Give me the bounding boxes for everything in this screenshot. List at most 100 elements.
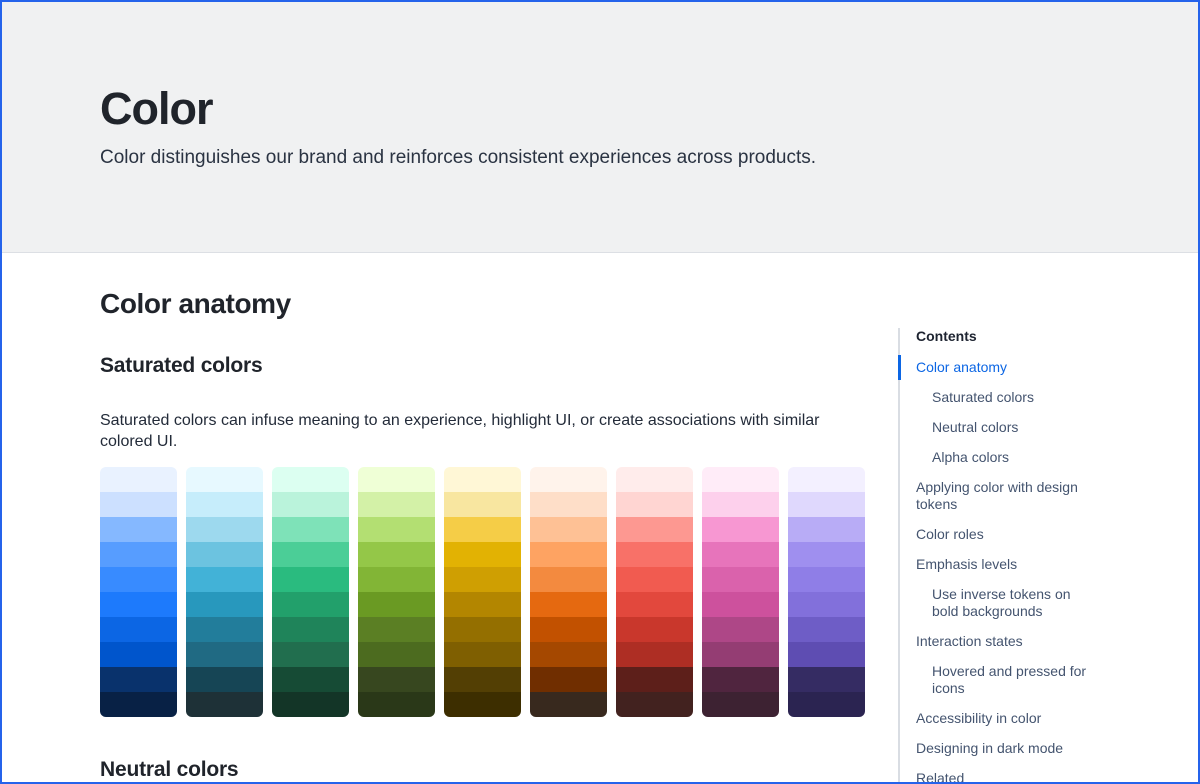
toc-list: Color anatomy Saturated colors Neutral col… [916, 359, 1094, 784]
blue-swatch-800 [100, 642, 177, 667]
yellow-swatch-200 [444, 492, 521, 517]
palette-column-blue [100, 467, 177, 717]
saturated-palette-grid [100, 467, 865, 717]
toc-link-accessibility-in-color[interactable]: Accessibility in color [916, 710, 1094, 727]
magenta-swatch-700 [702, 617, 779, 642]
blue-swatch-200 [100, 492, 177, 517]
yellow-swatch-1000 [444, 692, 521, 717]
toc-link-color-roles[interactable]: Color roles [916, 526, 1094, 543]
magenta-swatch-600 [702, 592, 779, 617]
teal-swatch-600 [186, 592, 263, 617]
green-swatch-100 [272, 467, 349, 492]
toc-link-designing-in-dark-mode[interactable]: Designing in dark mode [916, 740, 1094, 757]
red-swatch-100 [616, 467, 693, 492]
green-swatch-900 [272, 667, 349, 692]
blue-swatch-1000 [100, 692, 177, 717]
toc-link-emphasis-levels[interactable]: Emphasis levels [916, 556, 1094, 573]
red-swatch-600 [616, 592, 693, 617]
purple-swatch-1000 [788, 692, 865, 717]
green-swatch-300 [272, 517, 349, 542]
toc-link-color-anatomy[interactable]: Color anatomy [916, 359, 1094, 376]
lime-swatch-100 [358, 467, 435, 492]
red-swatch-900 [616, 667, 693, 692]
toc-heading: Contents [916, 328, 1094, 344]
red-swatch-500 [616, 567, 693, 592]
purple-swatch-900 [788, 667, 865, 692]
toc-link-applying-color-with-design-tokens[interactable]: Applying color with design tokens [916, 479, 1094, 513]
purple-swatch-600 [788, 592, 865, 617]
magenta-swatch-100 [702, 467, 779, 492]
palette-column-green [272, 467, 349, 717]
teal-swatch-700 [186, 617, 263, 642]
toc-link-related[interactable]: Related [916, 770, 1094, 784]
blue-swatch-600 [100, 592, 177, 617]
page-title: Color [100, 84, 1198, 134]
orange-swatch-400 [530, 542, 607, 567]
orange-swatch-300 [530, 517, 607, 542]
blue-swatch-700 [100, 617, 177, 642]
subsection-heading-saturated-colors: Saturated colors [100, 354, 882, 378]
teal-swatch-500 [186, 567, 263, 592]
purple-swatch-800 [788, 642, 865, 667]
lime-swatch-1000 [358, 692, 435, 717]
orange-swatch-100 [530, 467, 607, 492]
page: Color Color distinguishes our brand and … [0, 0, 1200, 784]
teal-swatch-200 [186, 492, 263, 517]
purple-swatch-300 [788, 517, 865, 542]
teal-swatch-1000 [186, 692, 263, 717]
teal-swatch-800 [186, 642, 263, 667]
green-swatch-800 [272, 642, 349, 667]
yellow-swatch-400 [444, 542, 521, 567]
purple-swatch-200 [788, 492, 865, 517]
green-swatch-600 [272, 592, 349, 617]
orange-swatch-200 [530, 492, 607, 517]
toc-link-use-inverse-tokens-on-bold-backgrounds[interactable]: Use inverse tokens on bold backgrounds [916, 586, 1094, 620]
red-swatch-1000 [616, 692, 693, 717]
section-heading-color-anatomy: Color anatomy [100, 290, 882, 318]
purple-swatch-700 [788, 617, 865, 642]
toc-link-interaction-states[interactable]: Interaction states [916, 633, 1094, 650]
blue-swatch-900 [100, 667, 177, 692]
purple-swatch-400 [788, 542, 865, 567]
toc-link-alpha-colors[interactable]: Alpha colors [916, 449, 1094, 466]
teal-swatch-400 [186, 542, 263, 567]
saturated-colors-description: Saturated colors can infuse meaning to a… [100, 410, 848, 452]
palette-column-purple [788, 467, 865, 717]
palette-column-yellow [444, 467, 521, 717]
orange-swatch-600 [530, 592, 607, 617]
red-swatch-300 [616, 517, 693, 542]
green-swatch-500 [272, 567, 349, 592]
lime-swatch-500 [358, 567, 435, 592]
page-header: Color Color distinguishes our brand and … [2, 2, 1198, 253]
green-swatch-200 [272, 492, 349, 517]
magenta-swatch-200 [702, 492, 779, 517]
palette-column-magenta [702, 467, 779, 717]
yellow-swatch-800 [444, 642, 521, 667]
yellow-swatch-700 [444, 617, 521, 642]
orange-swatch-700 [530, 617, 607, 642]
content-area: Color anatomy Saturated colors Saturated… [2, 290, 1198, 782]
purple-swatch-500 [788, 567, 865, 592]
orange-swatch-800 [530, 642, 607, 667]
lime-swatch-400 [358, 542, 435, 567]
main-content: Color anatomy Saturated colors Saturated… [2, 290, 882, 782]
red-swatch-700 [616, 617, 693, 642]
palette-column-red [616, 467, 693, 717]
yellow-swatch-300 [444, 517, 521, 542]
palette-column-lime [358, 467, 435, 717]
red-swatch-200 [616, 492, 693, 517]
blue-swatch-100 [100, 467, 177, 492]
toc-link-hovered-and-pressed-for-icons[interactable]: Hovered and pressed for icons [916, 663, 1094, 697]
toc-link-neutral-colors[interactable]: Neutral colors [916, 419, 1094, 436]
purple-swatch-100 [788, 467, 865, 492]
teal-swatch-100 [186, 467, 263, 492]
blue-swatch-500 [100, 567, 177, 592]
toc-link-saturated-colors[interactable]: Saturated colors [916, 389, 1094, 406]
page-subtitle: Color distinguishes our brand and reinfo… [100, 146, 1198, 170]
table-of-contents: Contents Color anatomy Saturated colors Ne… [898, 328, 1094, 784]
lime-swatch-600 [358, 592, 435, 617]
red-swatch-400 [616, 542, 693, 567]
yellow-swatch-900 [444, 667, 521, 692]
lime-swatch-200 [358, 492, 435, 517]
magenta-swatch-800 [702, 642, 779, 667]
